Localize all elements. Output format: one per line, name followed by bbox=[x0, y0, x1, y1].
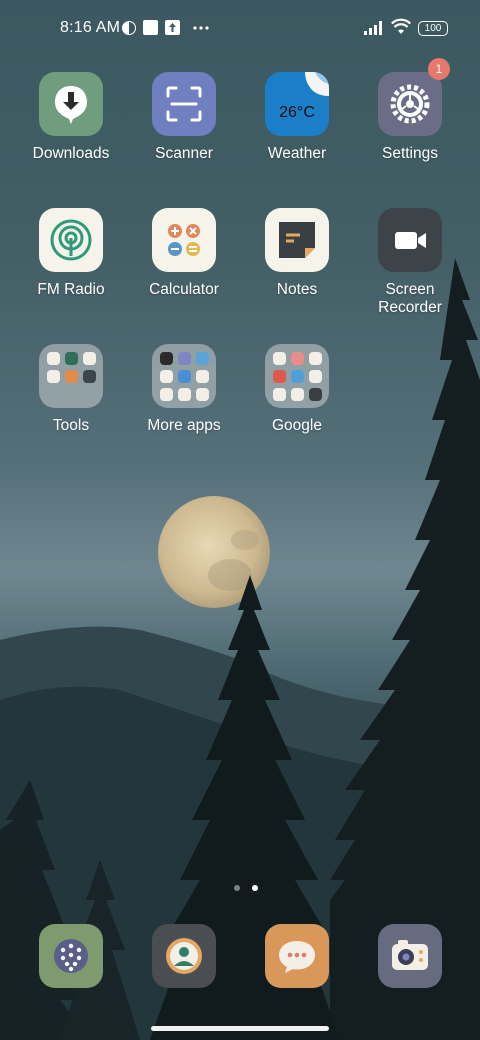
dock-messages[interactable] bbox=[242, 924, 352, 988]
page-indicator bbox=[228, 878, 264, 896]
app-label: Downloads bbox=[32, 145, 110, 162]
status-time: 8:16 AM bbox=[60, 19, 121, 36]
app-label: Scanner bbox=[155, 145, 213, 162]
folder-icon bbox=[152, 344, 216, 408]
app-label: Screen Recorder bbox=[378, 281, 442, 316]
message-icon bbox=[265, 924, 329, 988]
app-label: Calculator bbox=[149, 281, 219, 298]
battery-icon: 100 bbox=[418, 21, 448, 36]
gear-icon bbox=[378, 72, 442, 136]
notes-icon bbox=[265, 208, 329, 272]
home-gesture-bar[interactable] bbox=[151, 1026, 329, 1031]
app-settings[interactable]: 1 Settings bbox=[355, 58, 465, 163]
app-weather[interactable]: 26°C Weather bbox=[242, 72, 352, 163]
page-dot[interactable] bbox=[234, 885, 240, 891]
dock-contacts[interactable] bbox=[129, 924, 239, 988]
app-notes[interactable]: Notes bbox=[242, 208, 352, 299]
app-scanner[interactable]: Scanner bbox=[129, 72, 239, 163]
folder-google[interactable]: Google bbox=[242, 344, 352, 435]
app-label: Notes bbox=[276, 281, 318, 298]
app-label: Google bbox=[272, 417, 322, 434]
signal-icon bbox=[364, 21, 382, 35]
weather-icon: 26°C bbox=[265, 72, 329, 136]
wifi-icon bbox=[391, 18, 411, 34]
contacts-icon bbox=[152, 924, 216, 988]
status-bar: 8:16 AM 100 bbox=[0, 0, 480, 56]
calculator-icon bbox=[152, 208, 216, 272]
folder-tools[interactable]: Tools bbox=[16, 344, 126, 435]
app-label: Weather bbox=[267, 145, 327, 162]
download-icon bbox=[39, 72, 103, 136]
video-camera-icon bbox=[378, 208, 442, 272]
app-calculator[interactable]: Calculator bbox=[129, 208, 239, 299]
folder-icon bbox=[265, 344, 329, 408]
folder-icon bbox=[39, 344, 103, 408]
dialpad-icon bbox=[39, 924, 103, 988]
more-notifications-icon bbox=[193, 26, 209, 30]
app-label: Tools bbox=[52, 417, 90, 434]
page-dot-active[interactable] bbox=[252, 885, 258, 891]
radio-icon bbox=[39, 208, 103, 272]
app-label: FM Radio bbox=[37, 281, 105, 298]
dock-dialer[interactable] bbox=[16, 924, 126, 988]
scan-icon bbox=[152, 72, 216, 136]
app-label: Settings bbox=[381, 145, 438, 162]
notification-badge: 1 bbox=[428, 58, 450, 80]
app-fm-radio[interactable]: FM Radio bbox=[16, 208, 126, 299]
vpn-icon bbox=[122, 21, 136, 35]
square-notification-icon bbox=[143, 20, 158, 35]
app-screen-recorder[interactable]: Screen Recorder bbox=[355, 208, 465, 317]
folder-more-apps[interactable]: More apps bbox=[129, 344, 239, 435]
camera-icon bbox=[378, 924, 442, 988]
tree-right bbox=[330, 258, 480, 1040]
weather-temp: 26°C bbox=[279, 104, 315, 121]
upload-notification-icon bbox=[165, 20, 180, 35]
app-label: More apps bbox=[147, 417, 221, 434]
dock-camera[interactable] bbox=[355, 924, 465, 988]
app-downloads[interactable]: Downloads bbox=[16, 72, 126, 163]
